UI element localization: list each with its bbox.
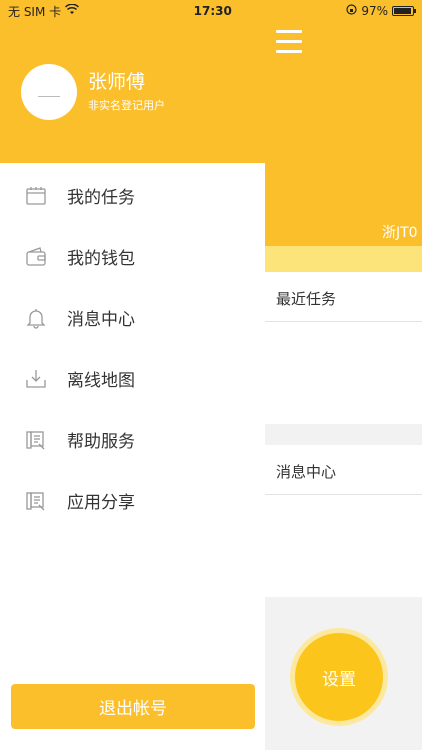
drawer-menu: 我的任务 我的钱包 消息中心 离线地图 帮助服务 应用分享 (0, 165, 265, 531)
menu-item-label: 消息中心 (67, 310, 135, 330)
status-bar: 无 SIM 卡 17:30 97% (0, 0, 422, 22)
battery-icon (391, 6, 416, 16)
user-name: 张师傅 (88, 71, 146, 93)
drawer-header: 张师傅 非实名登记用户 (0, 0, 265, 163)
menu-item-label: 我的钱包 (67, 249, 135, 269)
battery-percent: 97% (361, 4, 388, 18)
clock: 17:30 (193, 4, 232, 18)
calendar-icon (24, 184, 48, 208)
recent-tasks-title: 最近任务 (276, 290, 337, 308)
menu-item-app-share[interactable]: 应用分享 (0, 470, 265, 531)
menu-item-label: 离线地图 (67, 371, 135, 391)
menu-item-message-center[interactable]: 消息中心 (0, 287, 265, 348)
menu-item-help-service[interactable]: 帮助服务 (0, 409, 265, 470)
avatar[interactable] (21, 64, 77, 120)
user-status: 非实名登记用户 (88, 99, 165, 112)
menu-item-offline-map[interactable]: 离线地图 (0, 348, 265, 409)
wifi-icon (65, 3, 80, 18)
settings-button[interactable]: 设置 (290, 628, 388, 726)
divider (265, 321, 422, 322)
plate-number: 浙JT0 (382, 225, 418, 241)
download-icon (24, 367, 48, 391)
bell-icon (24, 306, 48, 330)
rotation-lock-icon (346, 4, 357, 18)
hamburger-menu-icon[interactable] (276, 30, 302, 60)
menu-item-label: 我的任务 (67, 188, 135, 208)
menu-item-my-tasks[interactable]: 我的任务 (0, 165, 265, 226)
divider (265, 494, 422, 495)
wallet-icon (24, 245, 48, 269)
logout-button[interactable]: 退出帐号 (11, 684, 255, 729)
messages-title: 消息中心 (276, 463, 337, 481)
menu-item-label: 应用分享 (67, 493, 135, 513)
avatar-logo-icon (38, 87, 60, 97)
side-drawer: 张师傅 非实名登记用户 我的任务 我的钱包 消息中心 离线地图 帮助服务 应用分… (0, 0, 265, 750)
menu-item-my-wallet[interactable]: 我的钱包 (0, 226, 265, 287)
carrier-text: 无 SIM 卡 (8, 4, 62, 19)
menu-item-label: 帮助服务 (67, 432, 135, 452)
share-document-icon (24, 489, 48, 513)
help-document-icon (24, 428, 48, 452)
settings-button-label: 设置 (295, 633, 383, 721)
